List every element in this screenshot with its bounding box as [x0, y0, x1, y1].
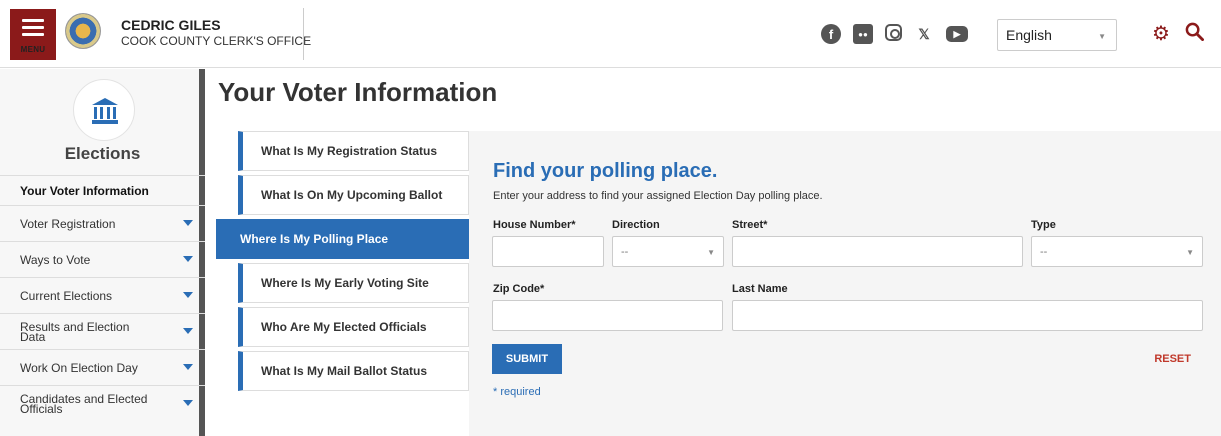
type-select[interactable]: -- ▼ — [1031, 236, 1203, 267]
voter-info-tabs: What Is My Registration Status What Is O… — [216, 131, 469, 395]
tab-mail-ballot-status[interactable]: What Is My Mail Ballot Status — [238, 351, 469, 391]
type-label: Type — [1031, 219, 1056, 231]
type-value: -- — [1040, 246, 1048, 258]
zip-code-input[interactable] — [492, 300, 723, 331]
chevron-down-icon: ▼ — [707, 248, 715, 257]
sidebar-item-label: Results and Election Data — [20, 319, 130, 344]
sidebar-item-candidates-and-elected-officials[interactable]: Candidates and Elected Officials — [0, 385, 205, 421]
sidebar-item-label: Current Elections — [20, 288, 113, 303]
gear-icon[interactable]: ⚙ — [1152, 24, 1170, 44]
page-title: Your Voter Information — [218, 77, 498, 107]
flickr-icon[interactable]: ●● — [853, 24, 873, 44]
sidebar-item-label: Work On Election Day — [20, 360, 138, 375]
sidebar-nav: Your Voter Information Voter Registratio… — [0, 175, 205, 421]
tab-polling-place[interactable]: Where Is My Polling Place — [216, 219, 469, 259]
street-label: Street* — [732, 219, 768, 231]
direction-label: Direction — [612, 219, 660, 231]
tab-early-voting-site[interactable]: Where Is My Early Voting Site — [238, 263, 469, 303]
zip-code-label: Zip Code* — [493, 283, 545, 295]
menu-button[interactable]: MENU — [10, 9, 56, 60]
brand-office[interactable]: COOK COUNTY CLERK'S OFFICE — [121, 34, 311, 48]
sidebar-item-label: Voter Registration — [20, 216, 116, 231]
chevron-down-icon[interactable] — [183, 220, 193, 226]
last-name-input[interactable] — [732, 300, 1203, 331]
tab-registration-status[interactable]: What Is My Registration Status — [238, 131, 469, 171]
top-bar: MENU CEDRIC GILES COOK COUNTY CLERK'S OF… — [0, 0, 1221, 68]
language-value: English — [1006, 27, 1052, 43]
government-building-icon — [92, 98, 118, 124]
form-heading: Find your polling place. — [493, 160, 718, 182]
last-name-label: Last Name — [732, 283, 788, 295]
instagram-icon[interactable] — [885, 24, 902, 41]
sidebar-item-current-elections[interactable]: Current Elections — [0, 277, 205, 313]
search-icon[interactable] — [1185, 22, 1204, 41]
social-links: f ●● 𝕏 ▶ — [821, 24, 968, 44]
language-select[interactable]: English ▼ — [997, 19, 1117, 51]
direction-select[interactable]: -- ▼ — [612, 236, 724, 267]
menu-label: MENU — [20, 45, 46, 54]
polling-place-form-panel: Find your polling place. Enter your addr… — [469, 131, 1221, 436]
house-number-label: House Number* — [493, 219, 576, 231]
sidebar-item-ways-to-vote[interactable]: Ways to Vote — [0, 241, 205, 277]
youtube-icon[interactable]: ▶ — [946, 26, 968, 42]
required-note: * required — [493, 386, 541, 398]
chevron-down-icon[interactable] — [183, 328, 193, 334]
sidebar-item-your-voter-information[interactable]: Your Voter Information — [0, 175, 205, 205]
sidebar-title: Elections — [64, 144, 141, 163]
brand-name[interactable]: CEDRIC GILES — [121, 17, 221, 33]
facebook-icon[interactable]: f — [821, 24, 841, 44]
hamburger-icon — [22, 19, 44, 40]
house-number-input[interactable] — [492, 236, 604, 267]
submit-button[interactable]: SUBMIT — [492, 344, 562, 374]
chevron-down-icon[interactable] — [183, 256, 193, 262]
sidebar-item-label: Your Voter Information — [20, 183, 149, 198]
reset-button[interactable]: RESET — [1154, 353, 1191, 365]
sidebar-item-voter-registration[interactable]: Voter Registration — [0, 205, 205, 241]
form-intro: Enter your address to find your assigned… — [493, 190, 823, 202]
sidebar-item-label: Ways to Vote — [20, 252, 91, 267]
sidebar-item-work-on-election-day[interactable]: Work On Election Day — [0, 349, 205, 385]
x-icon[interactable]: 𝕏 — [914, 24, 934, 44]
sidebar-item-label: Candidates and Elected Officials — [20, 391, 148, 416]
street-input[interactable] — [732, 236, 1023, 267]
direction-value: -- — [621, 246, 629, 258]
county-seal-logo[interactable] — [65, 13, 101, 49]
divider — [303, 8, 304, 60]
chevron-down-icon[interactable] — [183, 400, 193, 406]
chevron-down-icon[interactable] — [183, 292, 193, 298]
chevron-down-icon: ▼ — [1098, 32, 1106, 41]
sidebar: Elections Your Voter Information Voter R… — [0, 69, 205, 436]
sidebar-item-results-and-election-data[interactable]: Results and Election Data — [0, 313, 205, 349]
tab-elected-officials[interactable]: Who Are My Elected Officials — [238, 307, 469, 347]
tab-upcoming-ballot[interactable]: What Is On My Upcoming Ballot — [238, 175, 469, 215]
chevron-down-icon: ▼ — [1186, 248, 1194, 257]
chevron-down-icon[interactable] — [183, 364, 193, 370]
elections-icon-badge — [73, 79, 135, 141]
